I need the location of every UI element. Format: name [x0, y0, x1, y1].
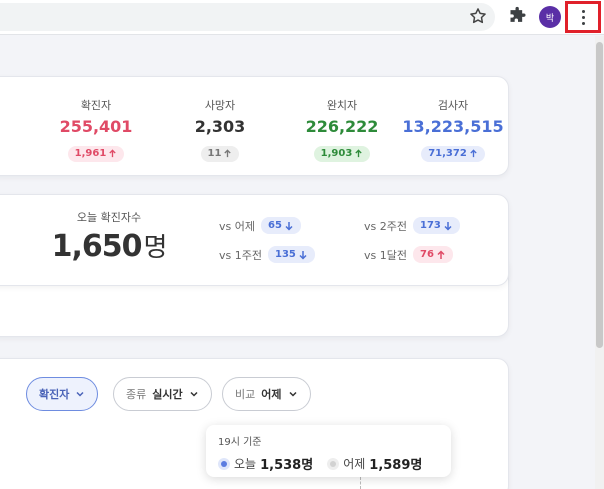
- tooltip-yesterday-label: 어제: [343, 457, 366, 471]
- stat-delta-badge: 1,903: [313, 145, 371, 162]
- stat-label: 검사자: [437, 99, 469, 112]
- compare-badge: 76: [412, 246, 453, 263]
- filter-type-dropdown[interactable]: 종류 실시간: [113, 377, 212, 411]
- arrow-down-icon: [444, 221, 452, 231]
- arrow-up-icon: [437, 249, 445, 259]
- stat-label: 사망자: [204, 99, 236, 112]
- compare-badge: 173: [412, 217, 460, 234]
- compare-label: vs 2주전: [364, 219, 407, 233]
- yesterday-series-marker-icon: [327, 457, 340, 470]
- compare-badge: 135: [267, 246, 315, 263]
- compare-value: 135: [274, 249, 296, 260]
- chart-tooltip: 19시 기준 오늘 1,538명 어제 1,589명: [206, 425, 451, 477]
- filter-compare-dropdown[interactable]: 비교 어제: [222, 377, 311, 411]
- today-confirmed-card: 오늘 확진자수 1,650명 vs 어제 65 vs 2주전 173 vs 1주…: [0, 194, 509, 286]
- stat-value: 255,401: [59, 117, 133, 136]
- stat-deaths: 사망자 2,303 11: [155, 97, 285, 162]
- stat-delta: 1,903: [320, 148, 353, 159]
- compare-one-month: vs 1달전 76: [364, 246, 453, 263]
- today-summary: 오늘 확진자수 1,650명: [39, 209, 179, 264]
- filter-metric-dropdown[interactable]: 확진자: [26, 377, 99, 411]
- compare-badge: 65: [260, 217, 301, 234]
- stat-confirmed: 확진자 255,401 1,961: [31, 97, 161, 162]
- profile-avatar[interactable]: 박: [539, 6, 561, 28]
- summary-stats-card: 확진자 255,401 1,961 사망자 2,303 11 완치자 226,2…: [0, 76, 509, 176]
- stat-delta-badge: 11: [200, 145, 240, 162]
- arrow-down-icon: [299, 250, 307, 260]
- filter-prefix: 비교: [235, 388, 256, 401]
- today-series-marker-icon: [218, 457, 230, 470]
- stat-value: 13,223,515: [402, 117, 504, 136]
- today-count-value: 1,650: [51, 229, 143, 264]
- compare-value: 173: [419, 220, 441, 231]
- scrollbar-thumb[interactable]: [596, 42, 603, 348]
- today-count-unit: 명: [143, 233, 167, 263]
- arrow-up-icon: [224, 149, 232, 158]
- tooltip-today-value: 1,538명: [260, 458, 314, 473]
- kebab-menu-icon: [581, 9, 585, 25]
- compare-label: vs 1달전: [364, 248, 407, 262]
- chart-hover-guide: [360, 477, 361, 489]
- tooltip-yesterday-value: 1,589명: [369, 458, 423, 473]
- filter-value: 확진자: [39, 388, 70, 401]
- compare-value: 65: [267, 220, 282, 231]
- tooltip-title: 19시 기준: [218, 437, 262, 448]
- stat-tested: 검사자 13,223,515 71,372: [373, 97, 533, 162]
- compare-one-week: vs 1주전 135: [219, 246, 315, 263]
- puzzle-icon[interactable]: [508, 6, 528, 26]
- stat-delta: 71,372: [428, 148, 467, 159]
- stat-delta: 11: [207, 148, 222, 159]
- chevron-down-icon: [190, 391, 198, 397]
- stat-delta-badge: 1,961: [67, 145, 125, 162]
- stat-delta: 1,961: [74, 148, 107, 159]
- stat-value: 2,303: [194, 117, 246, 136]
- compare-label: vs 1주전: [219, 248, 262, 262]
- filter-prefix: 종류: [126, 388, 147, 401]
- compare-label: vs 어제: [219, 219, 255, 233]
- arrow-up-icon: [470, 149, 477, 158]
- arrow-up-icon: [109, 149, 116, 158]
- compare-yesterday: vs 어제 65: [219, 217, 301, 234]
- today-label: 오늘 확진자수: [76, 211, 142, 224]
- browser-toolbar: 박: [0, 0, 604, 35]
- compare-value: 76: [419, 249, 434, 260]
- address-bar[interactable]: [0, 3, 495, 31]
- filter-value: 어제: [261, 388, 282, 401]
- filter-value: 실시간: [152, 388, 183, 401]
- today-count: 1,650명: [39, 227, 179, 264]
- tooltip-today-label: 오늘: [234, 457, 257, 471]
- arrow-down-icon: [285, 221, 293, 231]
- stat-label: 확진자: [80, 99, 112, 112]
- tooltip-values: 오늘 1,538명 어제 1,589명: [218, 454, 439, 473]
- chevron-down-icon: [288, 391, 297, 397]
- compare-two-weeks: vs 2주전 173: [364, 217, 460, 234]
- star-icon[interactable]: [468, 6, 488, 26]
- tooltip-yesterday: 어제 1,589명: [327, 454, 422, 473]
- arrow-up-icon: [355, 149, 362, 158]
- browser-menu-button[interactable]: [565, 1, 601, 33]
- stat-delta-badge: 71,372: [421, 145, 485, 162]
- chevron-down-icon: [76, 391, 84, 397]
- page-scrollbar[interactable]: [595, 36, 604, 489]
- tooltip-today: 오늘 1,538명: [218, 454, 313, 473]
